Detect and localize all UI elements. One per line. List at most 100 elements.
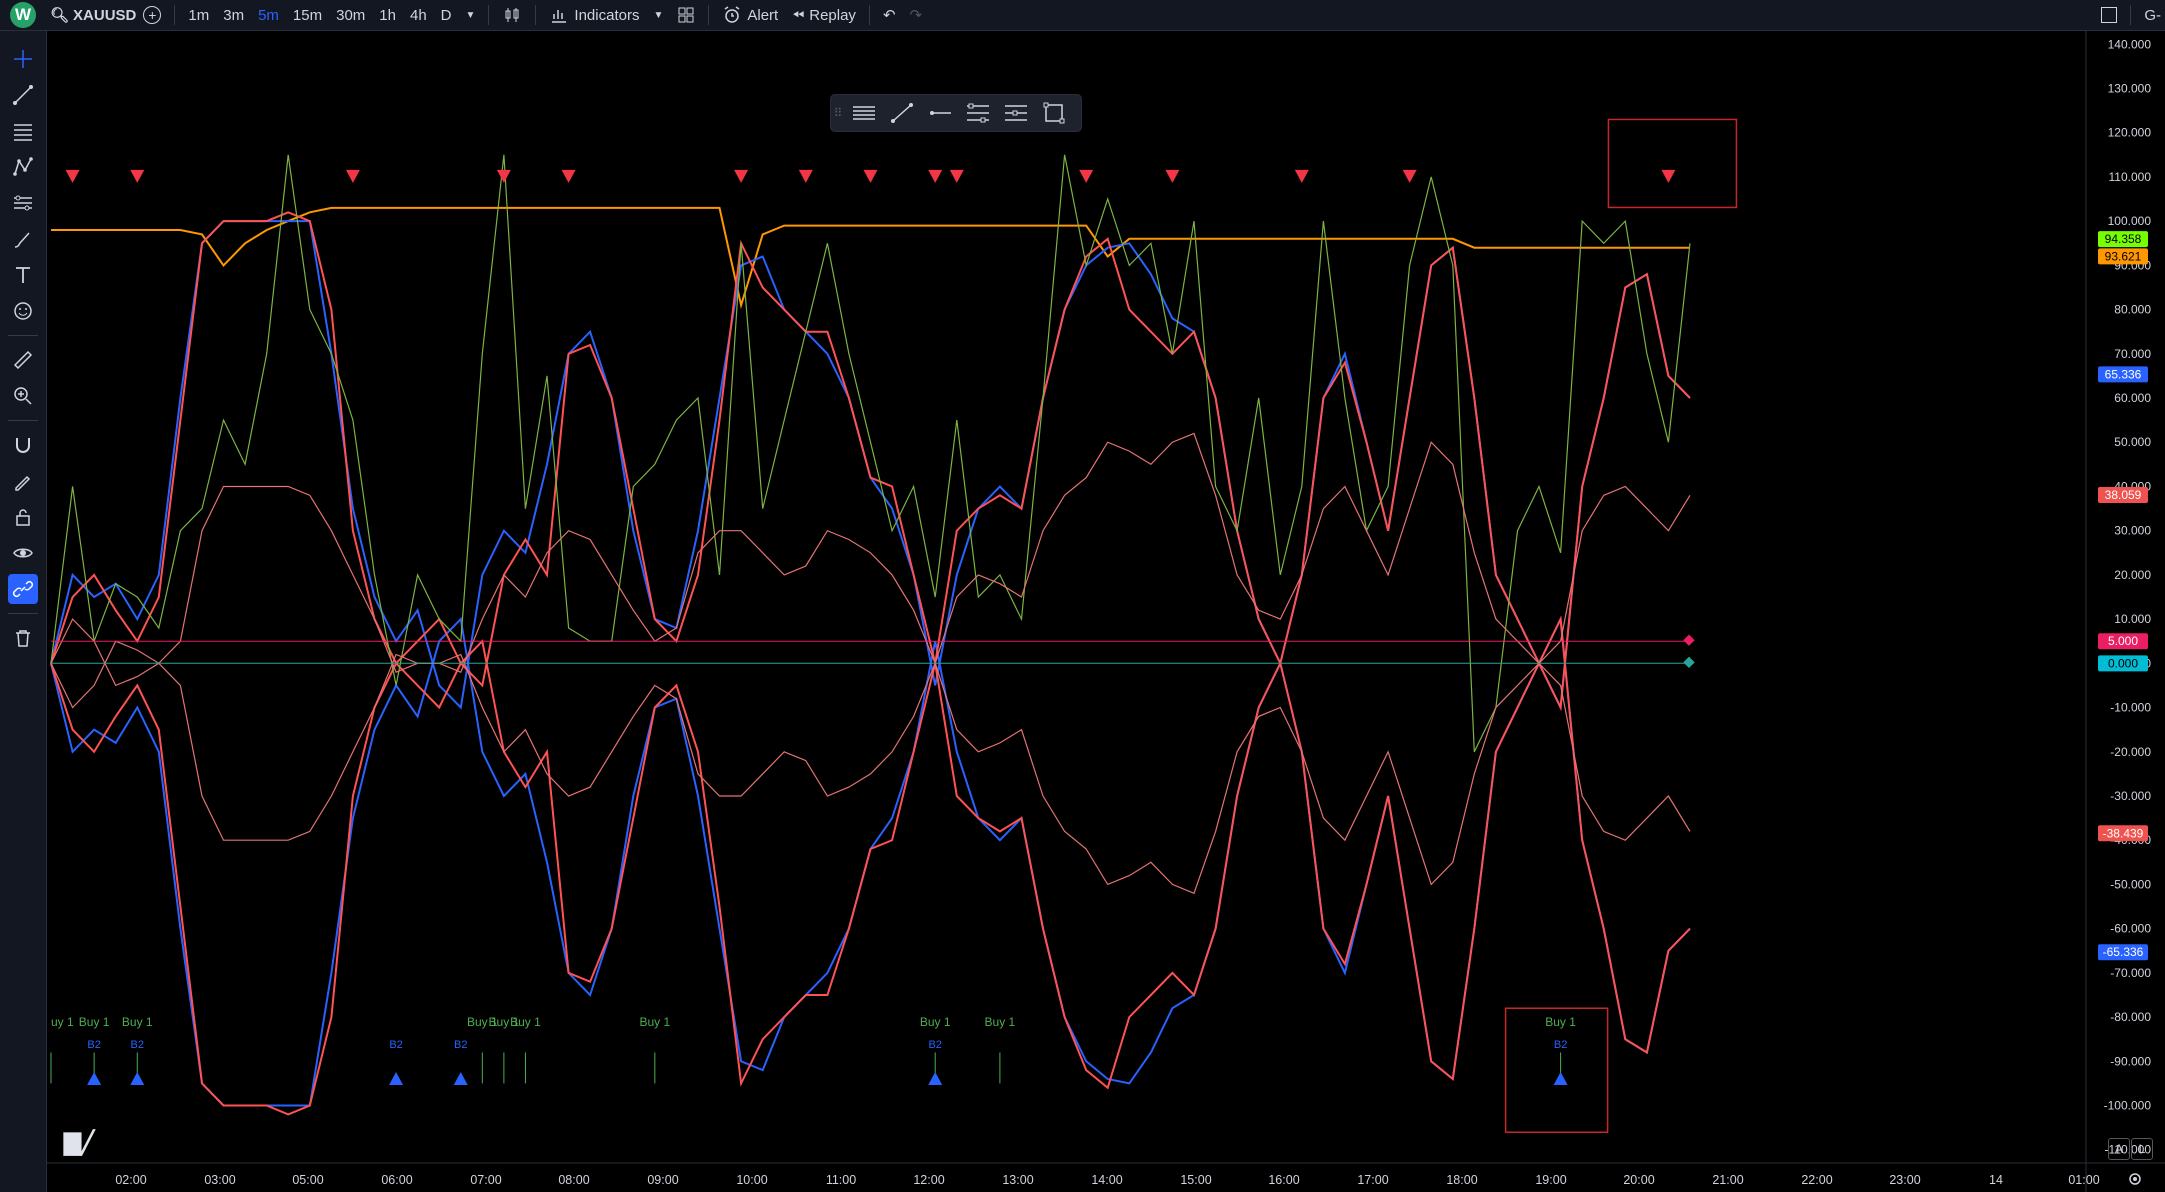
float-fib-button[interactable] (997, 95, 1035, 131)
price-badge: 93.621 (2105, 249, 2142, 263)
toolbar-separator (174, 5, 176, 25)
price-scale[interactable]: 140.000130.000120.000110.000100.00090.00… (2085, 31, 2165, 1192)
b2-signal-marker (453, 1071, 468, 1085)
auto-scale-button[interactable]: A (2108, 1138, 2130, 1160)
sell-signal-marker (130, 169, 145, 183)
replay-button[interactable]: ⏪︎ Replay (785, 0, 863, 30)
time-scale-label: 16:00 (1268, 1173, 1299, 1187)
sell-signal-marker (65, 169, 80, 183)
price-scale-label: -60.000 (2110, 922, 2151, 936)
level-end-marker-8[interactable] (1683, 634, 1695, 646)
price-scale-label: 70.000 (2114, 347, 2151, 361)
indicators-button[interactable]: Indicators (542, 0, 646, 30)
brush-tool[interactable] (8, 224, 38, 254)
forecast-tool[interactable] (8, 188, 38, 218)
chart-type-button[interactable] (495, 0, 529, 30)
price-scale-label: 120.000 (2108, 126, 2152, 140)
remove-tool[interactable] (8, 623, 38, 653)
replay-label: Replay (809, 6, 856, 24)
indicators-icon (552, 10, 567, 23)
timeframe-30m[interactable]: 30m (329, 0, 372, 30)
account-label[interactable]: G- (2137, 0, 2165, 30)
time-scale-label: 10:00 (736, 1173, 767, 1187)
time-scale-label: 12:00 (913, 1173, 944, 1187)
sell-signal-marker (734, 169, 749, 183)
search-icon: 🔍︎ (50, 7, 70, 24)
timeframe-1m[interactable]: 1m (181, 0, 216, 30)
symbol-search[interactable]: 🔍︎ XAUUSD (50, 6, 136, 25)
timeframe-D[interactable]: D (434, 0, 459, 30)
pattern-tool[interactable] (8, 152, 38, 182)
drag-handle[interactable]: ⠿ (831, 95, 845, 131)
float-lines-button[interactable] (845, 95, 883, 131)
tradingview-logo[interactable]: ▇╱ (64, 1130, 94, 1156)
float-rectangle-button[interactable] (1035, 95, 1073, 131)
timeframe-15m[interactable]: 15m (286, 0, 329, 30)
time-scale-label: 01:00 (2068, 1173, 2099, 1187)
buy-signal-label: Buy 1 (510, 1015, 541, 1029)
b2-signal-label: B2 (131, 1039, 144, 1051)
drawn-rectangle-top[interactable] (1607, 118, 1738, 209)
chart-canvas[interactable]: uy 1 Buy 1 Buy 1 Buy 1 Buy 1 Buy 1 Buy 1 Buy 1 B… (46, 31, 2165, 1192)
timeframe-dropdown-button[interactable]: ▼ (459, 0, 483, 30)
candles-icon (505, 8, 519, 22)
plus-circle-icon: + (143, 6, 162, 24)
channel-icon (967, 103, 989, 123)
layout-button[interactable] (670, 0, 702, 30)
brush-icon (14, 232, 30, 248)
time-scale[interactable]: 02:00 03:00 05:00 06:00 07:00 08:00 09:00 10:00… (46, 1162, 2165, 1187)
timeframe-3m[interactable]: 3m (216, 0, 251, 30)
price-scale-label: 100.000 (2108, 214, 2152, 228)
ruler-icon (13, 350, 33, 370)
measure-tool[interactable] (8, 345, 38, 375)
settings-button[interactable] (2124, 1168, 2146, 1190)
timeframe-1h[interactable]: 1h (372, 0, 403, 30)
float-ray-button[interactable] (921, 95, 959, 131)
series-line-3 (50, 211, 1691, 712)
redo-button[interactable]: ↷ (903, 0, 930, 30)
drawing-mode-tool[interactable] (8, 466, 38, 496)
trend-line-icon (891, 103, 913, 123)
indicators-dropdown[interactable]: ▼ (646, 0, 670, 30)
price-scale-label: 10.000 (2114, 612, 2151, 626)
sync-drawings-tool[interactable] (8, 574, 38, 604)
crosshair-tool[interactable] (8, 44, 38, 74)
time-scale-label: 22:00 (1801, 1173, 1832, 1187)
alert-button[interactable]: Alert (715, 0, 785, 30)
sliders-icon (14, 195, 32, 211)
price-scale-label: 20.000 (2114, 568, 2151, 582)
buy-signal-label: Buy 1 (1545, 1015, 1576, 1029)
user-avatar[interactable]: W (10, 2, 36, 28)
hide-drawings-tool[interactable] (8, 538, 38, 568)
b2-signal-label: B2 (928, 1039, 941, 1051)
alert-label: Alert (747, 6, 779, 24)
lock-icon (16, 509, 30, 526)
timeframe-4h[interactable]: 4h (403, 0, 434, 30)
float-trend-button[interactable] (883, 95, 921, 131)
magnet-tool[interactable] (8, 430, 38, 460)
rewind-icon: ⏪︎ (792, 6, 805, 24)
b2-signal-label: B2 (1554, 1039, 1567, 1051)
log-scale-button[interactable]: L (2131, 1138, 2153, 1160)
buy-signal-label: uy 1 (51, 1015, 74, 1029)
emoji-tool[interactable] (8, 296, 38, 326)
text-tool[interactable] (8, 260, 38, 290)
zoom-tool[interactable] (8, 381, 38, 411)
fullscreen-button[interactable] (2094, 0, 2124, 30)
trend-line-tool[interactable] (8, 80, 38, 110)
compare-symbol-button[interactable]: + (136, 0, 168, 30)
pencil-lock-icon (15, 475, 31, 491)
timeframe-5m[interactable]: 5m (251, 0, 286, 30)
undo-button[interactable]: ↶ (876, 0, 903, 30)
sell-signal-marker (1079, 169, 1094, 183)
price-scale-label: 50.000 (2114, 435, 2151, 449)
float-channel-button[interactable] (959, 95, 997, 131)
sell-signal-marker (798, 169, 813, 183)
time-scale-label: 03:00 (204, 1173, 235, 1187)
redo-icon: ↷ (909, 7, 923, 24)
lock-tool[interactable] (8, 502, 38, 532)
price-scale-label: -100.000 (2104, 1099, 2152, 1113)
level-end-marker-9[interactable] (1683, 656, 1695, 668)
horizontal-lines-tool[interactable] (8, 116, 38, 146)
crosshair-icon (14, 50, 32, 68)
